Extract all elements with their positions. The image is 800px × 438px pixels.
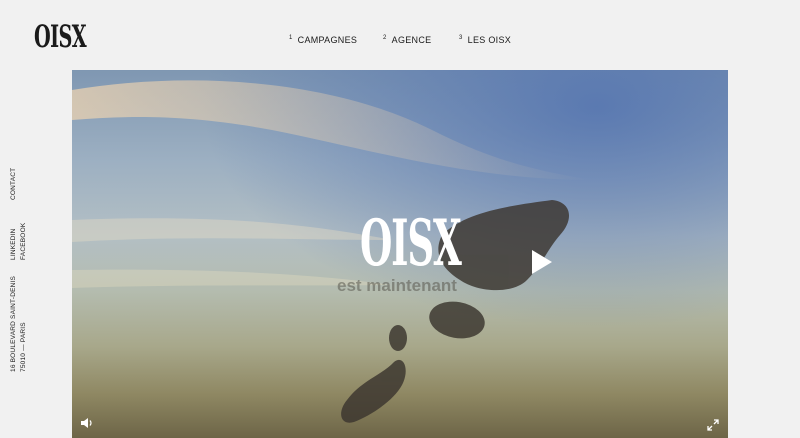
sidebar-contact: CONTACT (9, 168, 19, 200)
play-icon[interactable] (530, 248, 554, 276)
facebook-link[interactable]: FACEBOOK (20, 223, 27, 260)
linkedin-link[interactable]: LINKEDIN (10, 228, 17, 260)
contact-link[interactable]: CONTACT (10, 168, 17, 200)
nav-item-label: CAMPAGNES (297, 35, 358, 45)
hero-video[interactable]: OISX est maintenant (72, 70, 728, 438)
sidebar-address: 16 BOULEVARD SAINT-DENIS 75010 — PARIS (9, 276, 29, 372)
address-line-2: 75010 — PARIS (19, 322, 27, 372)
address-line-1: 16 BOULEVARD SAINT-DENIS (10, 275, 17, 372)
overlay-logo: OISX (360, 206, 462, 281)
fullscreen-icon[interactable] (707, 418, 719, 431)
sidebar-social: LINKEDIN FACEBOOK (9, 223, 29, 260)
nav-item-number: 1 (289, 35, 293, 41)
nav-item-number: 2 (383, 35, 387, 41)
overlay-text: est maintenant (337, 276, 457, 295)
nav-item-label: LES OISX (467, 35, 512, 45)
nav-item-label: AGENCE (391, 35, 432, 45)
main-nav: 1 CAMPAGNES 2 AGENCE 3 LES OISX (0, 35, 800, 49)
volume-icon[interactable] (80, 416, 94, 430)
nav-item-les-oisx[interactable]: 3 LES OISX (459, 35, 511, 45)
nav-item-agence[interactable]: 2 AGENCE (383, 35, 431, 45)
nav-item-campagnes[interactable]: 1 CAMPAGNES (289, 35, 357, 45)
nav-item-number: 3 (459, 35, 463, 41)
